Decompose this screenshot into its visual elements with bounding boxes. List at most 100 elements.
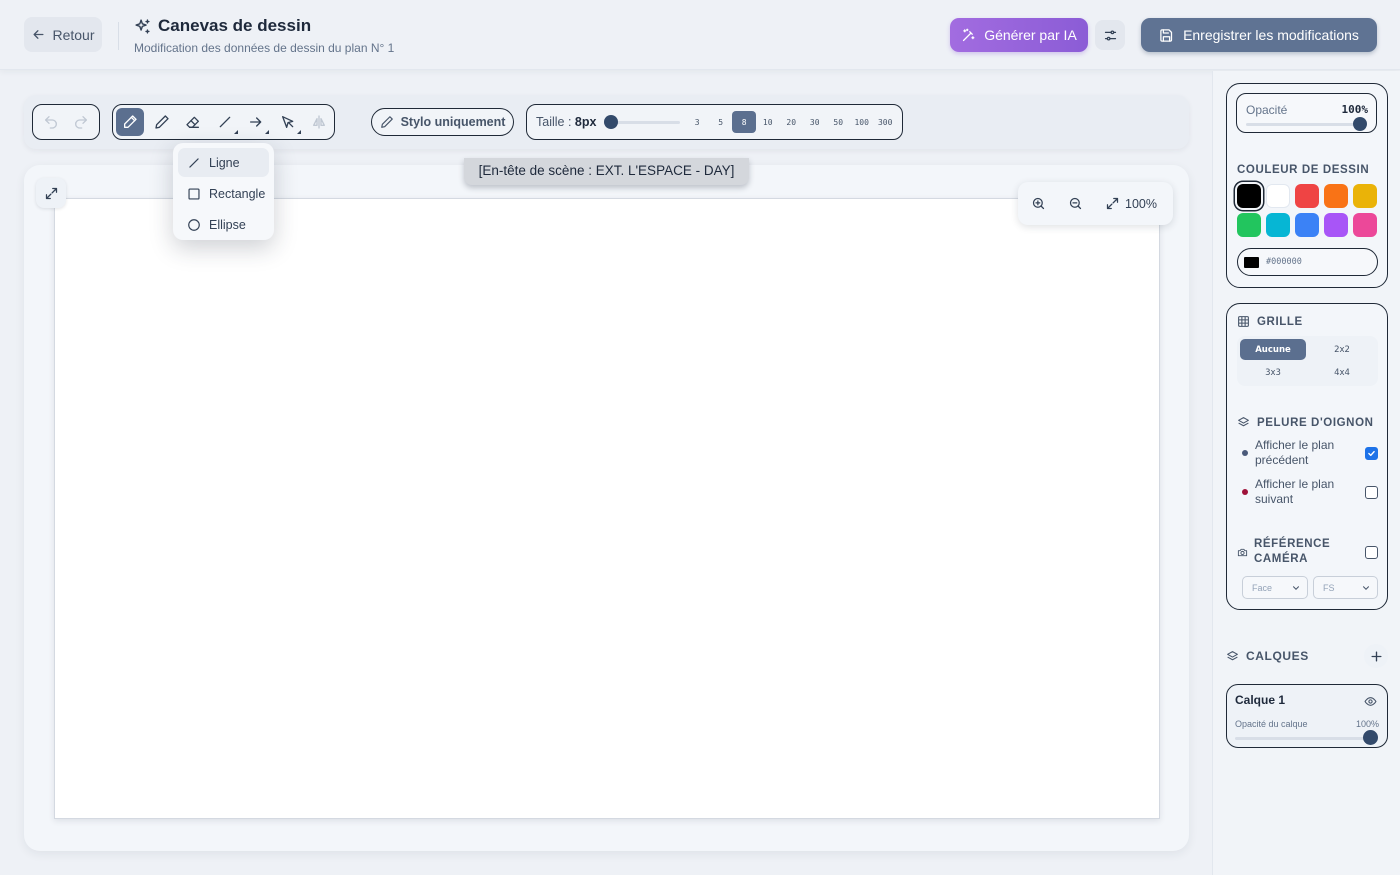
onion-prev-checkbox[interactable] bbox=[1365, 446, 1378, 460]
size-option-5[interactable]: 5 bbox=[709, 111, 733, 133]
camera-reference-label: RÉFÉRENCE CAMÉRA bbox=[1254, 538, 1331, 565]
back-button[interactable]: Retour bbox=[24, 17, 102, 52]
arrow-tool-button[interactable] bbox=[242, 108, 270, 136]
hex-color-input[interactable]: #000000 bbox=[1237, 248, 1378, 276]
line-icon bbox=[189, 157, 199, 168]
color-section-title: COULEUR DE DESSIN bbox=[1237, 164, 1370, 176]
grid-option-3x3[interactable]: 3x3 bbox=[1240, 362, 1306, 383]
grid-options: Aucune 2x2 3x3 4x4 bbox=[1237, 336, 1378, 386]
pen-only-toggle[interactable]: Stylo uniquement bbox=[371, 108, 514, 136]
redo-button[interactable] bbox=[67, 108, 95, 136]
page-title-block: Canevas de dessin Modification des donné… bbox=[134, 16, 394, 55]
arrow-left-icon bbox=[33, 30, 44, 39]
brush-size-group: Taille : 8px 3 5 8 10 20 30 50 100 300 bbox=[526, 104, 903, 140]
sparkles-icon bbox=[135, 18, 150, 34]
color-swatch[interactable] bbox=[1266, 213, 1290, 237]
history-group bbox=[32, 104, 100, 140]
size-option-20[interactable]: 20 bbox=[779, 111, 803, 133]
menu-item-label: Ligne bbox=[209, 155, 240, 170]
grid-option-4x4[interactable]: 4x4 bbox=[1309, 362, 1375, 383]
onion-next-option: Afficher le plan suivant bbox=[1242, 477, 1378, 507]
size-presets: 3 5 8 10 20 30 50 100 300 bbox=[685, 111, 897, 133]
slider-thumb[interactable] bbox=[604, 115, 619, 129]
grid-option-2x2[interactable]: 2x2 bbox=[1309, 339, 1375, 360]
menu-item-label: Ellipse bbox=[209, 217, 246, 232]
line-tool-button[interactable] bbox=[211, 108, 239, 136]
plus-icon bbox=[1370, 650, 1382, 662]
menu-item-rectangle[interactable]: Rectangle bbox=[178, 179, 269, 208]
layer-opacity-label: Opacité du calque bbox=[1235, 719, 1308, 729]
brush-size-label: Taille : 8px bbox=[536, 115, 597, 129]
save-changes-button[interactable]: Enregistrer les modifications bbox=[1141, 18, 1377, 52]
slider-thumb[interactable] bbox=[1353, 117, 1367, 131]
app-header: Retour Canevas de dessin Modification de… bbox=[0, 0, 1400, 70]
page-title: Canevas de dessin bbox=[158, 16, 312, 35]
opacity-slider[interactable]: Opacité 100% bbox=[1236, 93, 1377, 133]
menu-item-line[interactable]: Ligne bbox=[178, 148, 269, 177]
size-option-300[interactable]: 300 bbox=[873, 111, 897, 133]
color-swatch[interactable] bbox=[1353, 184, 1377, 208]
eye-icon[interactable] bbox=[1364, 695, 1377, 708]
layers-icon bbox=[1227, 650, 1238, 660]
pencil-icon bbox=[154, 115, 169, 129]
color-swatch[interactable] bbox=[1295, 213, 1319, 237]
camera-reference-checkbox[interactable] bbox=[1365, 545, 1378, 559]
layer-item[interactable]: Calque 1 Opacité du calque 100% bbox=[1226, 684, 1388, 748]
drawing-toolbar: Stylo uniquement Taille : 8px 3 5 8 10 20 30 5… bbox=[24, 95, 1189, 149]
size-option-8[interactable]: 8 bbox=[732, 111, 756, 133]
fit-zoom-button[interactable]: 100% bbox=[1105, 196, 1157, 211]
chevron-down-icon bbox=[1292, 585, 1300, 590]
layers-icon bbox=[1238, 417, 1249, 427]
add-layer-button[interactable] bbox=[1364, 644, 1388, 668]
generate-ai-label: Générer par IA bbox=[984, 27, 1077, 43]
camera-shot-select[interactable]: FS bbox=[1313, 576, 1378, 599]
grid-option-none[interactable]: Aucune bbox=[1240, 339, 1306, 360]
brush-icon bbox=[124, 115, 137, 128]
grid-icon bbox=[1238, 316, 1249, 327]
flip-tool-button[interactable] bbox=[305, 108, 333, 136]
header-divider bbox=[118, 22, 119, 50]
size-option-10[interactable]: 10 bbox=[756, 111, 780, 133]
size-option-100[interactable]: 100 bbox=[850, 111, 874, 133]
pen-icon bbox=[380, 116, 393, 128]
color-swatch[interactable] bbox=[1237, 184, 1261, 208]
onion-skin-title: PELURE D'OIGNON bbox=[1237, 416, 1374, 429]
color-swatch[interactable] bbox=[1324, 184, 1348, 208]
shape-menu: Ligne Rectangle Ellipse bbox=[173, 143, 274, 240]
undo-button[interactable] bbox=[37, 108, 65, 136]
zoom-out-button[interactable] bbox=[1068, 196, 1105, 211]
color-swatch[interactable] bbox=[1324, 213, 1348, 237]
camera-angle-select[interactable]: Face bbox=[1242, 576, 1308, 599]
tools-group bbox=[112, 104, 335, 140]
generate-ai-button[interactable]: Générer par IA bbox=[950, 18, 1088, 52]
drawing-surface[interactable] bbox=[54, 198, 1160, 819]
onion-prev-label: Afficher le plan précédent bbox=[1255, 438, 1335, 467]
maximize-icon bbox=[1106, 197, 1119, 210]
eraser-tool-button[interactable] bbox=[179, 108, 207, 136]
onion-next-checkbox[interactable] bbox=[1365, 485, 1378, 499]
menu-item-ellipse[interactable]: Ellipse bbox=[178, 210, 269, 239]
onion-prev-option: Afficher le plan précédent bbox=[1242, 438, 1378, 468]
brush-tool-button[interactable] bbox=[116, 108, 144, 136]
color-swatch[interactable] bbox=[1295, 184, 1319, 208]
check-icon bbox=[1368, 450, 1375, 456]
settings-button[interactable] bbox=[1095, 20, 1125, 50]
square-icon bbox=[188, 187, 200, 200]
fullscreen-button[interactable] bbox=[36, 178, 66, 208]
flip-icon bbox=[313, 115, 325, 129]
color-swatch[interactable] bbox=[1353, 213, 1377, 237]
opacity-value: 100% bbox=[1341, 103, 1369, 116]
layer-opacity-thumb[interactable] bbox=[1363, 730, 1378, 745]
brush-size-slider[interactable] bbox=[604, 115, 681, 129]
color-swatch[interactable] bbox=[1237, 213, 1261, 237]
pencil-tool-button[interactable] bbox=[148, 108, 176, 136]
size-option-3[interactable]: 3 bbox=[685, 111, 709, 133]
eraser-icon bbox=[186, 116, 199, 128]
pen-only-label: Stylo uniquement bbox=[400, 115, 506, 129]
camera-shot-value: FS bbox=[1323, 582, 1335, 593]
size-option-30[interactable]: 30 bbox=[803, 111, 827, 133]
select-tool-button[interactable] bbox=[274, 108, 302, 136]
size-option-50[interactable]: 50 bbox=[826, 111, 850, 133]
color-swatch[interactable] bbox=[1266, 184, 1290, 208]
zoom-in-button[interactable] bbox=[1031, 196, 1068, 211]
